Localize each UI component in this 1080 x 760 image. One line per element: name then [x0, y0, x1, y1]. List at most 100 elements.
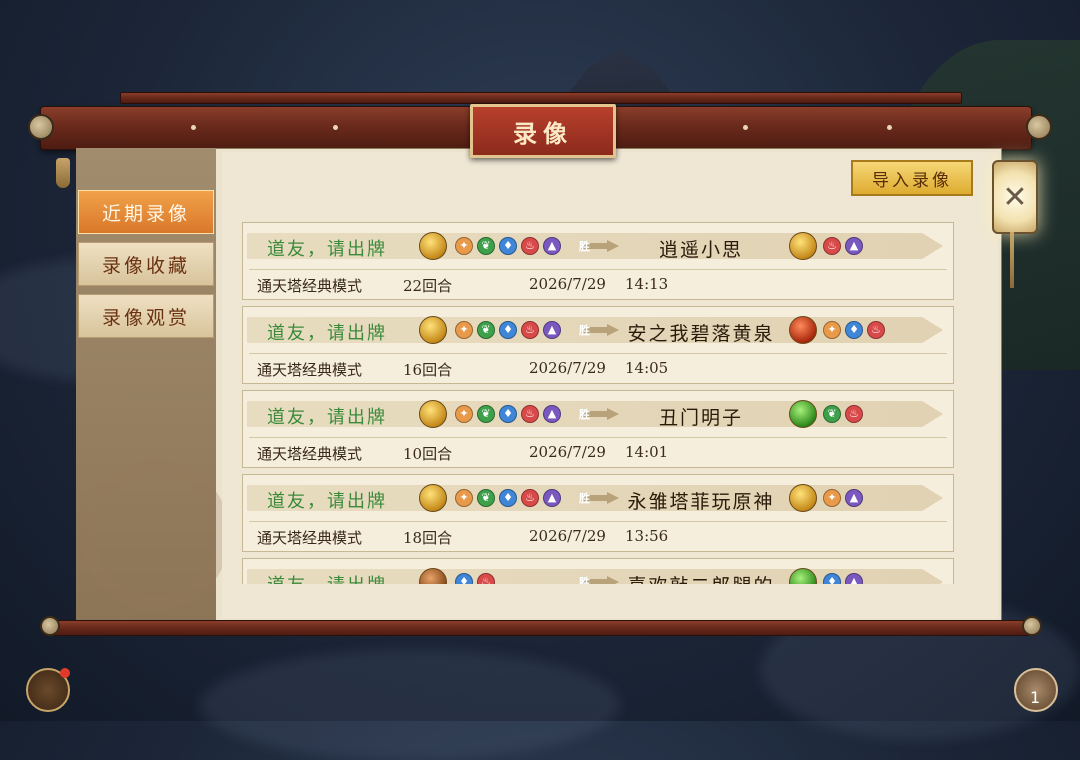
blue-element-icon: ♦	[499, 321, 517, 339]
recording-card[interactable]: 道友，请出牌 ✦ ❦ ♦ ♨ ▲ 胜安之我碧落黄泉 ✦ ♦ ♨ 通天塔经典模式 16回合 2026/7/…	[242, 306, 954, 384]
purple-element-icon: ▲	[543, 237, 561, 255]
rod-end-cap	[1022, 616, 1042, 636]
background-cloud	[200, 650, 620, 760]
arrow-head	[607, 324, 619, 336]
record-datetime: 2026/7/29 14:13	[529, 275, 669, 293]
opponent-name: 喜欢敲二郎腿的神秘	[621, 571, 781, 584]
opponent-name: 安之我碧落黄泉	[627, 323, 775, 345]
lantern-tassel	[1010, 232, 1014, 288]
game-mode: 通天塔经典模式	[257, 277, 363, 295]
round-count: 18回合	[403, 529, 453, 547]
sidebar-item-favorites[interactable]: 录像收藏	[78, 242, 214, 286]
blue-element-icon: ♦	[499, 489, 517, 507]
friends-count-badge: 1	[1030, 688, 1041, 707]
round-count: 16回合	[403, 361, 453, 379]
player-avatar	[419, 232, 447, 260]
close-lantern: ✕	[988, 150, 1038, 290]
player-avatar	[419, 316, 447, 344]
recording-card[interactable]: 道友，请出牌 ✦ ❦ ♦ ♨ ▲ 胜逍遥小思 ♨ ▲ 通天塔经典模式 22回合 2026/7/29 1…	[242, 222, 954, 300]
blue-element-icon: ♦	[499, 405, 517, 423]
orange-element-icon: ✦	[455, 321, 473, 339]
purple-element-icon: ▲	[543, 321, 561, 339]
round-count: 22回合	[403, 277, 453, 295]
friends-button[interactable]: 1	[1014, 668, 1058, 712]
card-divider	[249, 437, 947, 438]
player-name: 道友，请出牌	[267, 491, 387, 512]
vs-arrow-icon: 胜	[579, 240, 621, 253]
close-icon: ✕	[1002, 179, 1028, 215]
record-datetime: 2026/7/29 13:56	[529, 527, 669, 545]
green-element-icon: ❦	[477, 489, 495, 507]
scroll-bottom-rod	[44, 620, 1036, 636]
decorative-seal	[80, 460, 230, 610]
green-element-icon: ❦	[477, 237, 495, 255]
red-element-icon: ♨	[823, 237, 841, 255]
red-element-icon: ♨	[521, 489, 539, 507]
card-header: 道友，请出牌 ✦ ❦ ♦ ♨ ▲ 胜逍遥小思 ♨ ▲	[243, 223, 953, 269]
game-mode: 通天塔经典模式	[257, 445, 363, 463]
arrow-head	[607, 408, 619, 420]
player-avatar	[419, 400, 447, 428]
vs-arrow-icon: 胜	[579, 324, 621, 337]
sidebar-item-recent[interactable]: 近期录像	[78, 190, 214, 234]
rod-end-cap	[28, 114, 54, 140]
blue-element-icon: ♦	[499, 237, 517, 255]
blue-element-icon: ♦	[845, 321, 863, 339]
red-element-icon: ♨	[477, 573, 495, 584]
rod-stud	[743, 125, 748, 130]
opponent-avatar	[789, 316, 817, 344]
purple-element-icon: ▲	[543, 489, 561, 507]
purple-element-icon: ▲	[845, 573, 863, 584]
recording-card[interactable]: 道友，请出牌♦♨胜喜欢敲二郎腿的神秘♦▲通天塔经典模式	[242, 558, 954, 584]
blue-element-icon: ♦	[455, 573, 473, 584]
purple-element-icon: ▲	[543, 405, 561, 423]
chat-button[interactable]	[26, 668, 70, 712]
card-divider	[249, 269, 947, 270]
green-element-icon: ❦	[823, 405, 841, 423]
bell-icon	[56, 158, 70, 188]
arrow-head	[607, 492, 619, 504]
opponent-name: 逍遥小思	[658, 239, 743, 261]
vs-arrow-icon: 胜	[579, 408, 621, 421]
rod-stud	[887, 125, 892, 130]
vs-arrow-icon: 胜	[579, 492, 621, 505]
round-count: 10回合	[403, 445, 453, 463]
purple-element-icon: ▲	[845, 237, 863, 255]
card-divider	[249, 521, 947, 522]
orange-element-icon: ✦	[823, 321, 841, 339]
record-datetime: 2026/7/29 14:01	[529, 443, 669, 461]
close-button[interactable]: ✕	[992, 160, 1038, 234]
page-title-badge: 录像	[470, 104, 616, 158]
card-header: 道友，请出牌 ✦ ❦ ♦ ♨ ▲ 胜丑门明子 ❦ ♨	[243, 391, 953, 437]
rod-end-cap	[1026, 114, 1052, 140]
recording-card[interactable]: 道友，请出牌 ✦ ❦ ♦ ♨ ▲ 胜永雏塔菲玩原神 ✦ ▲ 通天塔经典模式 18回合 2026/7/2…	[242, 474, 954, 552]
recording-card[interactable]: 道友，请出牌 ✦ ❦ ♦ ♨ ▲ 胜丑门明子 ❦ ♨ 通天塔经典模式 10回合 2026/7/29 1…	[242, 390, 954, 468]
purple-element-icon: ▲	[845, 489, 863, 507]
card-header: 道友，请出牌 ✦ ❦ ♦ ♨ ▲ 胜永雏塔菲玩原神 ✦ ▲	[243, 475, 953, 521]
player-name: 道友，请出牌	[267, 407, 387, 428]
game-mode: 通天塔经典模式	[257, 529, 363, 547]
recording-list[interactable]: 道友，请出牌 ✦ ❦ ♦ ♨ ▲ 胜逍遥小思 ♨ ▲ 通天塔经典模式 22回合 2026/7/29 1…	[242, 220, 954, 584]
win-label: 胜	[579, 492, 590, 505]
card-divider	[249, 353, 947, 354]
orange-element-icon: ✦	[455, 237, 473, 255]
red-element-icon: ♨	[521, 321, 539, 339]
rod-stud	[191, 125, 196, 130]
vs-arrow-icon: 胜	[579, 576, 621, 584]
win-label: 胜	[579, 324, 590, 337]
red-element-icon: ♨	[867, 321, 885, 339]
opponent-name: 永雏塔菲玩原神	[627, 491, 775, 513]
win-label: 胜	[579, 408, 590, 421]
orange-element-icon: ✦	[823, 489, 841, 507]
record-datetime: 2026/7/29 14:05	[529, 359, 669, 377]
sidebar-item-watch[interactable]: 录像观赏	[78, 294, 214, 338]
player-name: 道友，请出牌	[267, 571, 387, 584]
rod-stud	[333, 125, 338, 130]
import-recording-button[interactable]: 导入录像	[851, 160, 973, 196]
red-element-icon: ♨	[845, 405, 863, 423]
notification-dot	[60, 668, 70, 678]
green-element-icon: ❦	[477, 321, 495, 339]
opponent-avatar	[789, 484, 817, 512]
red-element-icon: ♨	[521, 237, 539, 255]
player-name: 道友，请出牌	[267, 323, 387, 344]
